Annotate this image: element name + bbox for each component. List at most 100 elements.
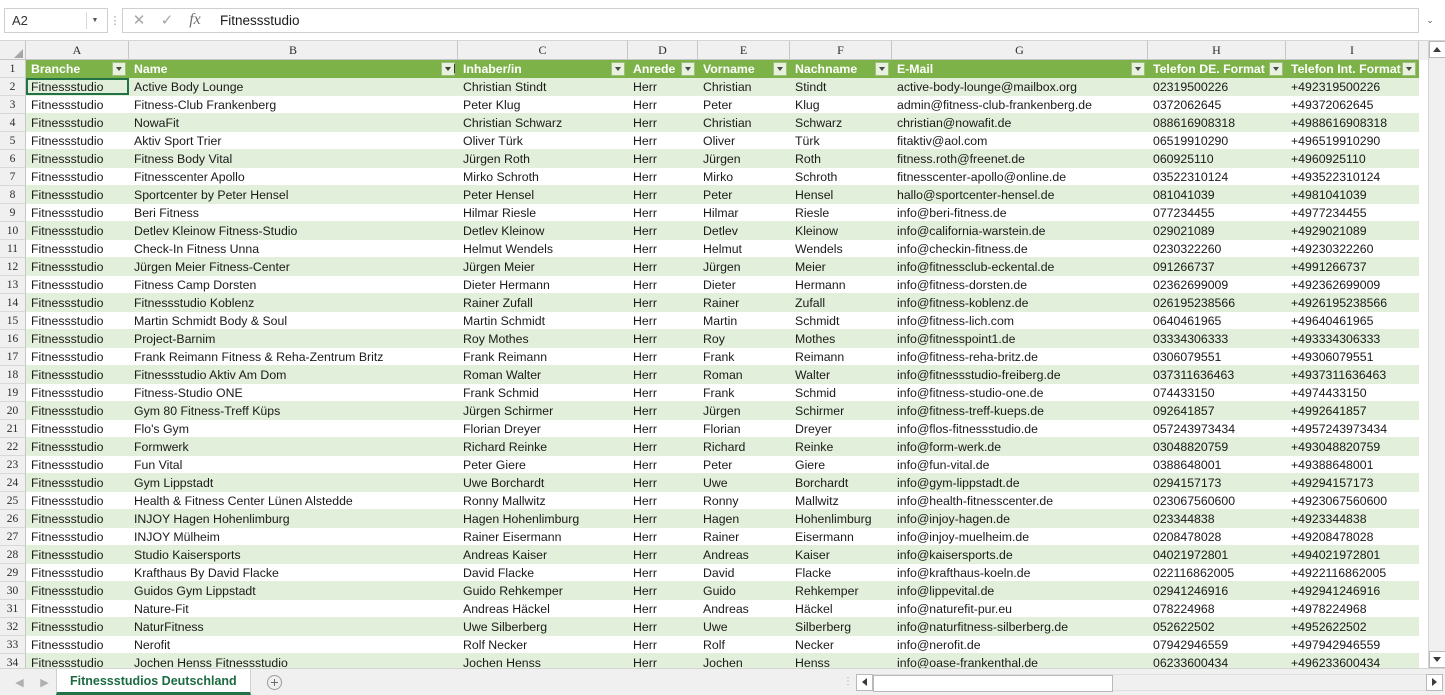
grid-cell[interactable]: 029021089 bbox=[1148, 222, 1286, 240]
grid-cell[interactable]: Herr bbox=[628, 204, 698, 222]
grid-cell[interactable]: Martin bbox=[698, 312, 790, 330]
grid-cell[interactable]: +49294157173 bbox=[1286, 474, 1419, 492]
row-header[interactable]: 3 bbox=[0, 96, 26, 114]
grid-cell[interactable]: Zufall bbox=[790, 294, 892, 312]
grid-cell[interactable]: Jürgen bbox=[698, 402, 790, 420]
grid-cell[interactable]: 02941246916 bbox=[1148, 582, 1286, 600]
grid-cell[interactable]: 0372062645 bbox=[1148, 96, 1286, 114]
grid-cell[interactable]: active-body-lounge@mailbox.org bbox=[892, 78, 1148, 96]
column-header-g[interactable]: G bbox=[892, 41, 1148, 60]
grid-cell[interactable]: Herr bbox=[628, 546, 698, 564]
grid-cell[interactable]: Florian bbox=[698, 420, 790, 438]
grid-cell[interactable]: Fitnessstudio bbox=[26, 618, 129, 636]
row-header[interactable]: 12 bbox=[0, 258, 26, 276]
grid-cell[interactable]: 074433150 bbox=[1148, 384, 1286, 402]
row-header[interactable]: 10 bbox=[0, 222, 26, 240]
grid-cell[interactable]: Rolf bbox=[698, 636, 790, 654]
grid-cell[interactable]: Schroth bbox=[790, 168, 892, 186]
grid-cell[interactable]: Aktiv Sport Trier bbox=[129, 132, 458, 150]
grid-cell[interactable]: Ronny bbox=[698, 492, 790, 510]
grid-cell[interactable]: 057243973434 bbox=[1148, 420, 1286, 438]
row-header[interactable]: 13 bbox=[0, 276, 26, 294]
grid-cell[interactable]: Rainer Zufall bbox=[458, 294, 628, 312]
chevron-left-icon[interactable]: ◀ bbox=[14, 676, 25, 689]
grid-cell[interactable]: Peter Klug bbox=[458, 96, 628, 114]
grid-cell[interactable]: Herr bbox=[628, 186, 698, 204]
grid-cell[interactable]: +49306079551 bbox=[1286, 348, 1419, 366]
row-header[interactable]: 6 bbox=[0, 150, 26, 168]
grid-cell[interactable]: NaturFitness bbox=[129, 618, 458, 636]
grid-cell[interactable]: fitaktiv@aol.com bbox=[892, 132, 1148, 150]
grid-cell[interactable]: Kleinow bbox=[790, 222, 892, 240]
grid-cell[interactable]: Fitnessstudio bbox=[26, 204, 129, 222]
grid-cell[interactable]: 060925110 bbox=[1148, 150, 1286, 168]
column-header-e[interactable]: E bbox=[698, 41, 790, 60]
formula-input[interactable]: Fitnessstudio bbox=[211, 8, 1419, 33]
grid-cell[interactable]: Herr bbox=[628, 582, 698, 600]
grid-cell[interactable]: Guido bbox=[698, 582, 790, 600]
grid-cell[interactable]: info@gym-lippstadt.de bbox=[892, 474, 1148, 492]
grid-cell[interactable]: Uwe bbox=[698, 474, 790, 492]
grid-cell[interactable]: Herr bbox=[628, 528, 698, 546]
grid-cell[interactable]: 0294157173 bbox=[1148, 474, 1286, 492]
grid-cell[interactable]: info@fitnesspoint1.de bbox=[892, 330, 1148, 348]
sheet-tab[interactable]: Fitnessstudios Deutschland bbox=[56, 669, 251, 695]
grid-cell[interactable]: Richard bbox=[698, 438, 790, 456]
grid-cell[interactable]: Fitnessstudio bbox=[26, 276, 129, 294]
grid-cell[interactable]: Jürgen Meier bbox=[458, 258, 628, 276]
grid-cell[interactable]: Uwe bbox=[698, 618, 790, 636]
grid-cell[interactable]: 091266737 bbox=[1148, 258, 1286, 276]
grid-cell[interactable]: Fitnessstudio bbox=[26, 222, 129, 240]
grid-cell[interactable]: Andreas Häckel bbox=[458, 600, 628, 618]
grid-cell[interactable]: +49640461965 bbox=[1286, 312, 1419, 330]
grid-cell[interactable]: Fitnessstudio bbox=[26, 402, 129, 420]
grid-cell[interactable]: Frank bbox=[698, 384, 790, 402]
grid-cell[interactable]: Project-Barnim bbox=[129, 330, 458, 348]
grid-cell[interactable]: info@beri-fitness.de bbox=[892, 204, 1148, 222]
grid-cell[interactable]: Fitnessstudio bbox=[26, 384, 129, 402]
grid-cell[interactable]: +4926195238566 bbox=[1286, 294, 1419, 312]
grid-cell[interactable]: Frank Schmid bbox=[458, 384, 628, 402]
grid-cell[interactable]: Herr bbox=[628, 294, 698, 312]
grid-cell[interactable]: Fitnessstudio bbox=[26, 330, 129, 348]
row-header[interactable]: 34 bbox=[0, 654, 26, 668]
grid-cell[interactable]: info@fitness-reha-britz.de bbox=[892, 348, 1148, 366]
grid-cell[interactable]: Hohenlimburg bbox=[790, 510, 892, 528]
grid-cell[interactable]: Detlev bbox=[698, 222, 790, 240]
grid-cell[interactable]: +4981041039 bbox=[1286, 186, 1419, 204]
row-header[interactable]: 18 bbox=[0, 366, 26, 384]
grid-cell[interactable]: Walter bbox=[790, 366, 892, 384]
grid-cell[interactable]: +4978224968 bbox=[1286, 600, 1419, 618]
grid-cell[interactable]: 026195238566 bbox=[1148, 294, 1286, 312]
row-header[interactable]: 7 bbox=[0, 168, 26, 186]
grid-cell[interactable]: INJOY Mülheim bbox=[129, 528, 458, 546]
row-header[interactable]: 1 bbox=[0, 60, 26, 78]
grid-cell[interactable]: admin@fitness-club-frankenberg.de bbox=[892, 96, 1148, 114]
grid-cell[interactable]: +4960925110 bbox=[1286, 150, 1419, 168]
grid-cell[interactable]: Health & Fitness Center Lünen Alstedde bbox=[129, 492, 458, 510]
select-all-corner[interactable] bbox=[0, 41, 26, 60]
grid-cell[interactable]: Fitnessstudio bbox=[26, 366, 129, 384]
row-header[interactable]: 17 bbox=[0, 348, 26, 366]
grid-cell[interactable]: Reinke bbox=[790, 438, 892, 456]
grid-cell[interactable]: Fitnessstudio bbox=[26, 654, 129, 668]
grid-cell[interactable]: info@fitness-treff-kueps.de bbox=[892, 402, 1148, 420]
column-header-c[interactable]: C bbox=[458, 41, 628, 60]
grid-cell[interactable]: info@fitness-studio-one.de bbox=[892, 384, 1148, 402]
grid-cell[interactable]: Herr bbox=[628, 654, 698, 668]
grid-cell[interactable]: 06519910290 bbox=[1148, 132, 1286, 150]
grid-cell[interactable]: Fitness Camp Dorsten bbox=[129, 276, 458, 294]
grid-cell[interactable]: Ronny Mallwitz bbox=[458, 492, 628, 510]
grid-cell[interactable]: Rolf Necker bbox=[458, 636, 628, 654]
filter-dropdown-icon[interactable] bbox=[681, 62, 695, 76]
grid-cell[interactable]: Peter bbox=[698, 186, 790, 204]
grid-cell[interactable]: Jürgen Meier Fitness-Center bbox=[129, 258, 458, 276]
grid-cell[interactable]: Fitnessstudio bbox=[26, 258, 129, 276]
grid-cell[interactable]: Klug bbox=[790, 96, 892, 114]
grid-cell[interactable]: Peter bbox=[698, 456, 790, 474]
row-header[interactable]: 30 bbox=[0, 582, 26, 600]
grid-cell[interactable]: hallo@sportcenter-hensel.de bbox=[892, 186, 1148, 204]
grid-cell[interactable]: Fitnessstudio bbox=[26, 348, 129, 366]
grid-cell[interactable]: Oliver bbox=[698, 132, 790, 150]
grid-cell[interactable]: +496233600434 bbox=[1286, 654, 1419, 668]
